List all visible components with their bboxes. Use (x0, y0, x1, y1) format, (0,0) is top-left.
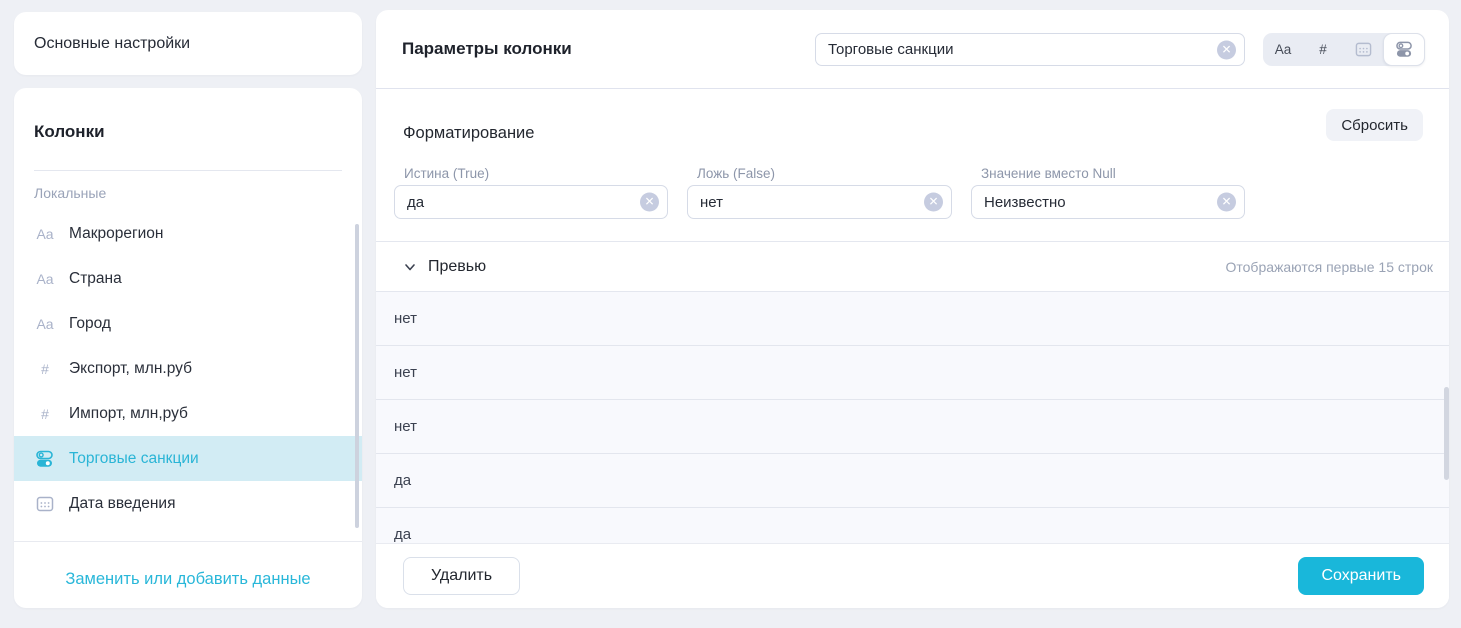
number-type-icon: # (1319, 42, 1327, 57)
formatting-title: Форматирование (403, 124, 534, 143)
sidebar-item-label: Торговые санкции (69, 450, 199, 468)
preview-title: Превью (428, 258, 486, 276)
sidebar-scrollbar[interactable] (355, 224, 359, 528)
calendar-icon (34, 495, 56, 513)
panel-header: Параметры колонки ✕ Aa # (376, 10, 1449, 89)
false-value-field: Ложь (False) ✕ (687, 166, 952, 219)
columns-card: Колонки Локальные Aa Макрорегион Aa Стра… (14, 88, 362, 608)
clear-icon[interactable]: ✕ (1217, 193, 1236, 212)
null-value-input[interactable] (971, 185, 1245, 219)
sidebar-item-label: Экспорт, млн.руб (69, 360, 192, 378)
sidebar: Основные настройки Колонки Локальные Aa … (14, 12, 362, 608)
toggle-icon (34, 450, 56, 468)
table-row: да (376, 454, 1449, 508)
calendar-icon (1355, 41, 1372, 58)
sidebar-item-label: Импорт, млн,руб (69, 405, 188, 423)
save-button[interactable]: Сохранить (1298, 557, 1424, 595)
false-value-label: Ложь (False) (687, 166, 952, 181)
replace-link-label: Заменить или добавить данные (65, 570, 310, 589)
sidebar-item-label: Макрорегион (69, 225, 163, 243)
true-value-input[interactable] (394, 185, 668, 219)
panel-footer: Удалить Сохранить (376, 543, 1449, 608)
sidebar-item-country[interactable]: Aa Страна (14, 256, 362, 301)
preview-header: Превью Отображаются первые 15 строк (376, 241, 1449, 292)
formatting-header: Форматирование Сбросить (376, 89, 1449, 152)
sidebar-item-main-settings[interactable]: Основные настройки (14, 12, 362, 75)
number-type-icon: # (34, 406, 56, 422)
text-type-icon: Aa (34, 271, 56, 287)
column-settings-panel: Параметры колонки ✕ Aa # (376, 10, 1449, 608)
number-type-icon: # (34, 361, 56, 377)
delete-button[interactable]: Удалить (403, 557, 520, 595)
reset-button[interactable]: Сбросить (1326, 109, 1423, 141)
cell-value: нет (394, 310, 417, 327)
null-value-field: Значение вместо Null ✕ (971, 166, 1245, 219)
sidebar-item-label: Город (69, 315, 111, 333)
cell-value: нет (394, 364, 417, 381)
column-type-switcher: Aa # (1263, 33, 1425, 66)
sidebar-item-trade-sanctions[interactable]: Торговые санкции (14, 436, 362, 481)
null-value-label: Значение вместо Null (971, 166, 1245, 181)
sidebar-item-label: Страна (69, 270, 122, 288)
preview-scrollbar[interactable] (1444, 387, 1449, 480)
sidebar-item-import[interactable]: # Импорт, млн,руб (14, 391, 362, 436)
false-value-input[interactable] (687, 185, 952, 219)
clear-icon[interactable]: ✕ (640, 193, 659, 212)
sidebar-item-macroregion[interactable]: Aa Макрорегион (14, 211, 362, 256)
chevron-down-icon[interactable] (403, 259, 419, 275)
columns-title: Колонки (14, 88, 362, 142)
column-name-field-wrap: ✕ (815, 33, 1245, 66)
text-type-icon: Aa (1275, 42, 1292, 57)
preview-note: Отображаются первые 15 строк (1226, 259, 1434, 275)
toggle-icon (1396, 41, 1413, 58)
type-boolean-segment[interactable] (1383, 33, 1425, 66)
cell-value: да (394, 472, 411, 489)
cell-value: нет (394, 418, 417, 435)
replace-or-add-data-link[interactable]: Заменить или добавить данные (14, 550, 362, 608)
type-text-segment[interactable]: Aa (1263, 33, 1303, 66)
sidebar-item-intro-date[interactable]: Дата введения (14, 481, 362, 526)
main-settings-label: Основные настройки (34, 35, 190, 53)
table-row: нет (376, 400, 1449, 454)
true-value-field: Истина (True) ✕ (394, 166, 668, 219)
cell-value: да (394, 526, 411, 543)
true-value-label: Истина (True) (394, 166, 668, 181)
columns-group-label: Локальные (14, 171, 362, 211)
formatting-fields: Истина (True) ✕ Ложь (False) ✕ Значение … (376, 152, 1449, 219)
sidebar-item-label: Дата введения (69, 495, 175, 513)
text-type-icon: Aa (34, 316, 56, 332)
sidebar-item-export[interactable]: # Экспорт, млн.руб (14, 346, 362, 391)
column-name-input[interactable] (815, 33, 1245, 66)
preview-table: нет нет нет да да (376, 292, 1449, 562)
clear-icon[interactable]: ✕ (1217, 40, 1236, 59)
divider (14, 541, 362, 542)
type-date-segment[interactable] (1343, 33, 1383, 66)
table-row: нет (376, 346, 1449, 400)
panel-title: Параметры колонки (402, 39, 572, 59)
text-type-icon: Aa (34, 226, 56, 242)
table-row: нет (376, 292, 1449, 346)
clear-icon[interactable]: ✕ (924, 193, 943, 212)
sidebar-item-city[interactable]: Aa Город (14, 301, 362, 346)
type-number-segment[interactable]: # (1303, 33, 1343, 66)
